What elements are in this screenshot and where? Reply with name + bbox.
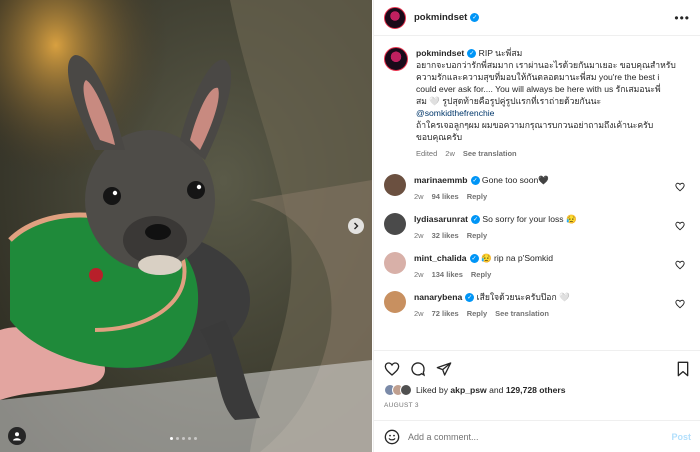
post-sidebar: pokmindset ✓ ••• pokmindset ✓ RIP นะพี่สม… — [373, 0, 700, 452]
commenter-avatar[interactable] — [384, 252, 406, 274]
chevron-right-icon — [354, 222, 359, 230]
user-tag-icon — [13, 432, 21, 441]
verified-icon: ✓ — [470, 215, 480, 225]
post-header: pokmindset ✓ ••• — [374, 0, 700, 36]
comment-meta: 2w 72 likes Reply See translation — [414, 308, 674, 320]
reply-link[interactable]: Reply — [471, 270, 491, 279]
comment-input[interactable] — [408, 431, 664, 442]
caption-meta: Edited 2w See translation — [416, 148, 684, 160]
likes-count[interactable]: 129,728 others — [506, 385, 566, 395]
commenter-username[interactable]: nanarybena — [414, 292, 462, 302]
post-media[interactable] — [0, 0, 372, 452]
and-label: and — [489, 385, 504, 395]
heart-icon[interactable] — [675, 182, 685, 192]
carousel-dot — [188, 437, 191, 440]
reply-link[interactable]: Reply — [467, 192, 487, 201]
commenter-username[interactable]: marinaemmb — [414, 175, 468, 185]
liker-username[interactable]: akp_psw — [450, 385, 486, 395]
emoji-icon[interactable] — [384, 429, 400, 445]
comment-body: mint_chalida ✓ 😥 rip na p'Somkid 2w 134 li… — [414, 252, 674, 281]
comment-age: 2w — [414, 231, 424, 240]
comment-meta: 2w 134 likes Reply — [414, 269, 674, 281]
verified-icon: ✓ — [470, 176, 480, 186]
heart-icon[interactable] — [675, 299, 685, 309]
edited-label: Edited — [416, 149, 438, 158]
verified-icon: ✓ — [467, 49, 477, 59]
caption-body: pokmindset ✓ RIP นะพี่สม อยากจะบอกว่ารักพ… — [416, 47, 684, 160]
commenter-avatar[interactable] — [384, 213, 406, 235]
comment-row: mint_chalida ✓ 😥 rip na p'Somkid 2w 134 li… — [384, 252, 691, 281]
caption-username[interactable]: pokmindset — [416, 48, 464, 58]
caption-line: ถ้าใครเจอลูกๆผม ผมขอความกรุณารบกวนอย่าถา… — [416, 120, 654, 130]
comment-body: marinaemmb ✓ Gone too soon🖤 2w 94 likes Rep… — [414, 174, 674, 203]
bookmark-icon[interactable] — [675, 361, 691, 377]
reply-link[interactable]: Reply — [467, 231, 487, 240]
author-username[interactable]: pokmindset — [414, 12, 467, 23]
see-translation-link[interactable]: See translation — [463, 149, 517, 158]
verified-icon: ✓ — [470, 13, 480, 22]
liker-avatar — [400, 384, 412, 396]
caption-line: RIP นะพี่สม — [478, 48, 523, 58]
comment-meta: 2w 94 likes Reply — [414, 191, 674, 203]
comment-text: 😥 rip na p'Somkid — [480, 253, 553, 263]
post-date: AUGUST 3 — [384, 402, 419, 409]
see-translation-link[interactable]: See translation — [495, 309, 549, 318]
post-button[interactable]: Post — [671, 432, 691, 442]
caption: pokmindset ✓ RIP นะพี่สม อยากจะบอกว่ารักพ… — [384, 47, 691, 160]
comment-list: marinaemmb ✓ Gone too soon🖤 2w 94 likes Rep… — [384, 174, 691, 320]
user-tag-button[interactable] — [8, 427, 26, 445]
comment-likes[interactable]: 72 likes — [432, 309, 459, 318]
likes-text: Liked by akp_psw and 129,728 others — [416, 385, 566, 395]
carousel-dot — [194, 437, 197, 440]
comment-text: เสียใจด้วยนะครับป๊อก 🤍 — [476, 292, 570, 302]
caption-line: ขอบคุณครับ — [416, 132, 463, 142]
comment-row: marinaemmb ✓ Gone too soon🖤 2w 94 likes Rep… — [384, 174, 691, 203]
next-image-button[interactable] — [348, 218, 364, 234]
comment-row: lydiasarunrat ✓ So sorry for your loss 😥 … — [384, 213, 691, 242]
heart-icon[interactable] — [384, 361, 400, 377]
carousel-dot — [176, 437, 179, 440]
verified-icon: ✓ — [465, 293, 475, 303]
comment-meta: 2w 32 likes Reply — [414, 230, 674, 242]
comment-age: 2w — [414, 309, 424, 318]
commenter-username[interactable]: lydiasarunrat — [414, 214, 468, 224]
dog-photo — [0, 0, 372, 452]
heart-icon[interactable] — [675, 221, 685, 231]
reply-link[interactable]: Reply — [467, 309, 487, 318]
mention-link[interactable]: @somkidthefrenchie — [416, 108, 494, 118]
carousel-dots — [170, 437, 197, 440]
share-icon[interactable] — [436, 361, 452, 377]
comment-row: nanarybena ✓ เสียใจด้วยนะครับป๊อก 🤍 2w 72 … — [384, 291, 691, 320]
comment-age: 2w — [414, 270, 424, 279]
caption-line: could ever ask for.... You will always b… — [416, 84, 661, 94]
liked-by-label: Liked by — [416, 385, 449, 395]
comment-likes[interactable]: 134 likes — [432, 270, 463, 279]
comment-text: So sorry for your loss 😥 — [482, 214, 577, 224]
comment-body: nanarybena ✓ เสียใจด้วยนะครับป๊อก 🤍 2w 72 … — [414, 291, 674, 320]
carousel-dot — [182, 437, 185, 440]
caption-line: อยากจะบอกว่ารักพี่สมมาก เราผ่านอะไรด้วยก… — [416, 60, 676, 70]
commenter-username[interactable]: mint_chalida — [414, 253, 467, 263]
more-options-icon[interactable]: ••• — [674, 11, 690, 25]
comment-likes[interactable]: 94 likes — [432, 192, 459, 201]
commenter-avatar[interactable] — [384, 174, 406, 196]
caption-line: ความรักและความสุขที่มอบให้กันตลอดมานะพี่… — [416, 72, 660, 82]
action-bar — [374, 350, 700, 386]
add-comment-bar: Post — [374, 420, 700, 452]
comment-likes[interactable]: 32 likes — [432, 231, 459, 240]
caption-avatar[interactable] — [384, 47, 408, 71]
comment-body: lydiasarunrat ✓ So sorry for your loss 😥 … — [414, 213, 674, 242]
comments-section: pokmindset ✓ RIP นะพี่สม อยากจะบอกว่ารักพ… — [374, 37, 700, 347]
comment-text: Gone too soon🖤 — [481, 175, 549, 185]
author-avatar[interactable] — [384, 6, 406, 29]
likes-summary: Liked by akp_psw and 129,728 others — [384, 384, 566, 396]
caption-line: สม 🤍 รูปสุดท้ายคือรูปคู่รูปแรกที่เราถ่าย… — [416, 96, 602, 106]
carousel-dot — [170, 437, 173, 440]
caption-age: 2w — [445, 149, 455, 158]
heart-icon[interactable] — [675, 260, 685, 270]
comment-age: 2w — [414, 192, 424, 201]
commenter-avatar[interactable] — [384, 291, 406, 313]
verified-icon: ✓ — [469, 254, 479, 264]
comment-icon[interactable] — [410, 361, 426, 377]
